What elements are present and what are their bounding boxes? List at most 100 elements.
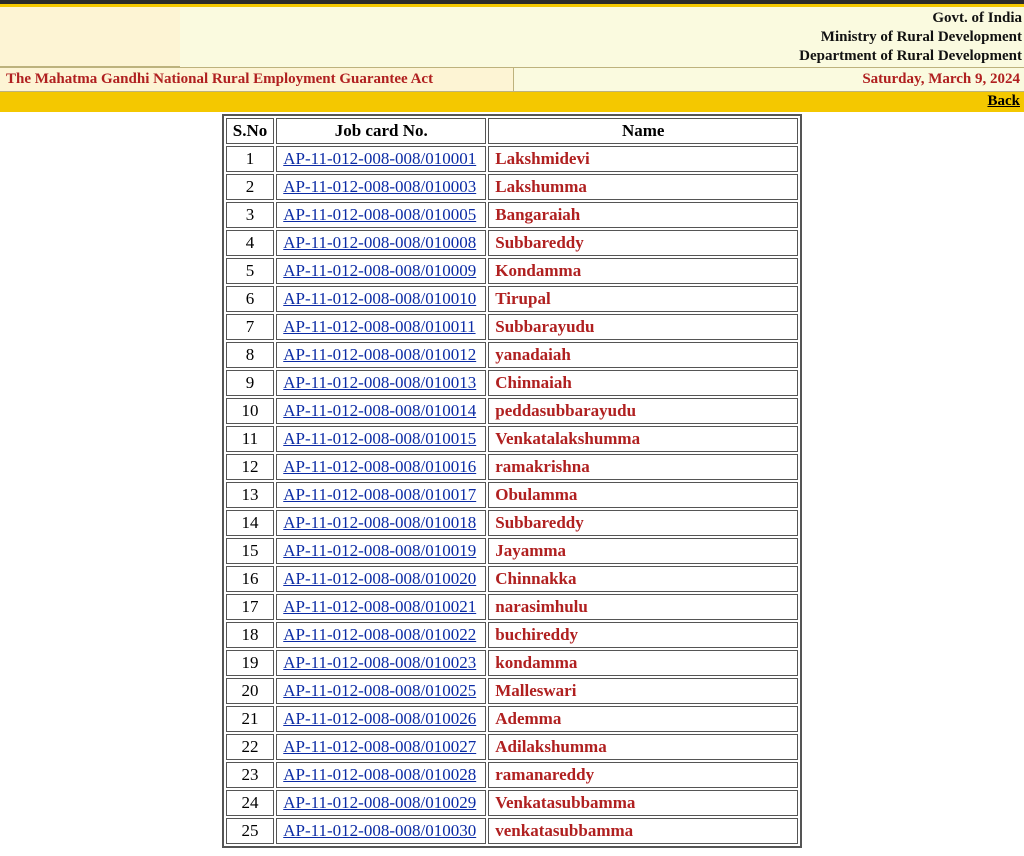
name-text: Adilakshumma: [495, 737, 606, 756]
job-card-link[interactable]: AP-11-012-008-008/010010: [283, 289, 476, 308]
job-card-link[interactable]: AP-11-012-008-008/010027: [283, 737, 476, 756]
table-row: 21 AP-11-012-008-008/010026 Ademma: [226, 706, 798, 732]
cell-card: AP-11-012-008-008/010005: [276, 202, 486, 228]
cell-sno: 2: [226, 174, 274, 200]
cell-sno: 12: [226, 454, 274, 480]
job-card-link[interactable]: AP-11-012-008-008/010028: [283, 765, 476, 784]
cell-sno: 13: [226, 482, 274, 508]
name-text: buchireddy: [495, 625, 578, 644]
cell-card: AP-11-012-008-008/010021: [276, 594, 486, 620]
cell-sno: 15: [226, 538, 274, 564]
cell-card: AP-11-012-008-008/010011: [276, 314, 486, 340]
cell-name: Jayamma: [488, 538, 798, 564]
cell-name: Subbareddy: [488, 230, 798, 256]
cell-sno: 11: [226, 426, 274, 452]
back-link[interactable]: Back: [987, 93, 1020, 109]
cell-name: Subbarayudu: [488, 314, 798, 340]
job-card-link[interactable]: AP-11-012-008-008/010015: [283, 429, 476, 448]
cell-sno: 9: [226, 370, 274, 396]
table-row: 16AP-11-012-008-008/010020Chinnakka: [226, 566, 798, 592]
job-card-link[interactable]: AP-11-012-008-008/010026: [283, 709, 476, 728]
cell-card: AP-11-012-008-008/010003: [276, 174, 486, 200]
job-card-link[interactable]: AP-11-012-008-008/010020: [283, 569, 476, 588]
cell-name: venkatasubbamma: [488, 818, 798, 844]
cell-sno: 22: [226, 734, 274, 760]
gov-header-right: Govt. of India Ministry of Rural Develop…: [180, 7, 1024, 67]
table-row: 13AP-11-012-008-008/010017Obulamma: [226, 482, 798, 508]
job-card-link[interactable]: AP-11-012-008-008/010003: [283, 177, 476, 196]
job-card-link[interactable]: AP-11-012-008-008/010019: [283, 541, 476, 560]
job-card-link[interactable]: AP-11-012-008-008/010008: [283, 233, 476, 252]
cell-card: AP-11-012-008-008/010028: [276, 762, 486, 788]
name-text: venkatasubbamma: [495, 821, 633, 840]
table-row: 23 AP-11-012-008-008/010028 ramanareddy: [226, 762, 798, 788]
page-date: Saturday, March 9, 2024: [514, 68, 1024, 91]
job-card-link[interactable]: AP-11-012-008-008/010023: [283, 653, 476, 672]
job-card-table: S.No Job card No. Name 1AP-11-012-008-00…: [222, 114, 802, 848]
table-row: 19AP-11-012-008-008/010023kondamma: [226, 650, 798, 676]
job-card-link[interactable]: AP-11-012-008-008/010014: [283, 401, 476, 420]
cell-name: Chinnaiah: [488, 370, 798, 396]
cell-sno: 23: [226, 762, 274, 788]
cell-sno: 10: [226, 398, 274, 424]
name-text: Tirupal: [495, 289, 550, 308]
table-row: 24AP-11-012-008-008/010029Venkatasubbamm…: [226, 790, 798, 816]
cell-name: peddasubbarayudu: [488, 398, 798, 424]
cell-card: AP-11-012-008-008/010012: [276, 342, 486, 368]
cell-name: Venkatalakshumma: [488, 426, 798, 452]
cell-card: AP-11-012-008-008/010015: [276, 426, 486, 452]
cell-card: AP-11-012-008-008/010023: [276, 650, 486, 676]
name-text: Bangaraiah: [495, 205, 580, 224]
cell-card: AP-11-012-008-008/010022: [276, 622, 486, 648]
cell-sno: 5: [226, 258, 274, 284]
cell-card: AP-11-012-008-008/010014: [276, 398, 486, 424]
job-card-link[interactable]: AP-11-012-008-008/010029: [283, 793, 476, 812]
job-card-link[interactable]: AP-11-012-008-008/010009: [283, 261, 476, 280]
job-card-link[interactable]: AP-11-012-008-008/010025: [283, 681, 476, 700]
name-text: Chinnakka: [495, 569, 576, 588]
cell-name: Lakshmidevi: [488, 146, 798, 172]
cell-name: kondamma: [488, 650, 798, 676]
cell-name: Tirupal: [488, 286, 798, 312]
name-text: Venkatasubbamma: [495, 793, 635, 812]
cell-sno: 6: [226, 286, 274, 312]
cell-card: AP-11-012-008-008/010010: [276, 286, 486, 312]
job-card-link[interactable]: AP-11-012-008-008/010017: [283, 485, 476, 504]
job-card-link[interactable]: AP-11-012-008-008/010030: [283, 821, 476, 840]
header-card: Job card No.: [276, 118, 486, 144]
table-row: 18AP-11-012-008-008/010022buchireddy: [226, 622, 798, 648]
cell-card: AP-11-012-008-008/010019: [276, 538, 486, 564]
cell-name: Subbareddy: [488, 510, 798, 536]
job-card-link[interactable]: AP-11-012-008-008/010005: [283, 205, 476, 224]
back-band: Back: [0, 92, 1024, 112]
name-text: peddasubbarayudu: [495, 401, 636, 420]
table-row: 15 AP-11-012-008-008/010019 Jayamma: [226, 538, 798, 564]
cell-name: narasimhulu: [488, 594, 798, 620]
name-text: kondamma: [495, 653, 577, 672]
cell-name: Malleswari: [488, 678, 798, 704]
cell-card: AP-11-012-008-008/010017: [276, 482, 486, 508]
job-card-link[interactable]: AP-11-012-008-008/010011: [283, 317, 475, 336]
table-row: 4 AP-11-012-008-008/010008 Subbareddy: [226, 230, 798, 256]
cell-card: AP-11-012-008-008/010008: [276, 230, 486, 256]
job-card-link[interactable]: AP-11-012-008-008/010013: [283, 373, 476, 392]
cell-name: Ademma: [488, 706, 798, 732]
job-card-link[interactable]: AP-11-012-008-008/010016: [283, 457, 476, 476]
header-sno: S.No: [226, 118, 274, 144]
cell-sno: 25: [226, 818, 274, 844]
job-card-link[interactable]: AP-11-012-008-008/010001: [283, 149, 476, 168]
cell-sno: 21: [226, 706, 274, 732]
job-card-link[interactable]: AP-11-012-008-008/010012: [283, 345, 476, 364]
cell-name: buchireddy: [488, 622, 798, 648]
cell-card: AP-11-012-008-008/010020: [276, 566, 486, 592]
job-card-link[interactable]: AP-11-012-008-008/010018: [283, 513, 476, 532]
table-row: 17AP-11-012-008-008/010021narasimhulu: [226, 594, 798, 620]
cell-sno: 4: [226, 230, 274, 256]
job-card-link[interactable]: AP-11-012-008-008/010022: [283, 625, 476, 644]
job-card-link[interactable]: AP-11-012-008-008/010021: [283, 597, 476, 616]
cell-card: AP-11-012-008-008/010029: [276, 790, 486, 816]
cell-sno: 20: [226, 678, 274, 704]
table-row: 3AP-11-012-008-008/010005Bangaraiah: [226, 202, 798, 228]
name-text: ramanareddy: [495, 765, 594, 784]
cell-card: AP-11-012-008-008/010027: [276, 734, 486, 760]
